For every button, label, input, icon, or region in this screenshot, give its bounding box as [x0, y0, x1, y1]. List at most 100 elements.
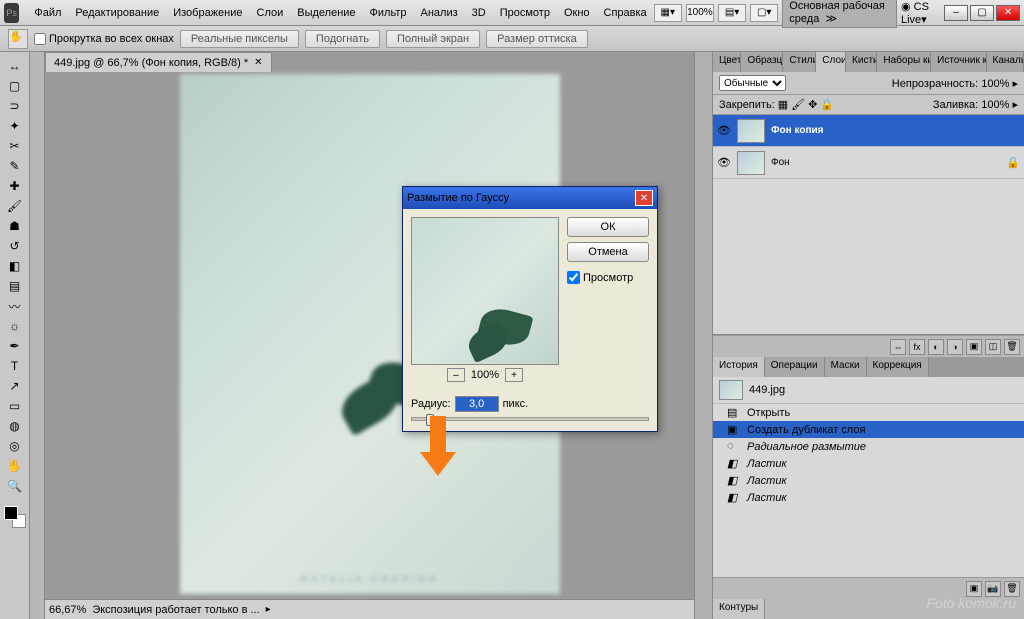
trash-icon[interactable]: 🗑 — [1004, 339, 1020, 355]
lasso-tool[interactable]: ⊃ — [3, 96, 27, 116]
tab-styles[interactable]: Стили — [783, 52, 816, 72]
link-icon[interactable]: ⇔ — [890, 339, 906, 355]
menu-layers[interactable]: Слои — [250, 7, 291, 19]
tab-clonesrc[interactable]: Источник кло — [931, 52, 986, 72]
menu-filter[interactable]: Фильтр — [363, 7, 414, 19]
menu-file[interactable]: Файл — [27, 7, 68, 19]
zoom-dropdown[interactable]: 100% — [686, 4, 714, 22]
menu-edit[interactable]: Редактирование — [68, 7, 166, 19]
zoom-in-button[interactable]: + — [505, 368, 523, 382]
hand-tool-icon[interactable]: ✋ — [8, 29, 28, 49]
layer-row[interactable]: 👁 Фон 🔒 — [713, 147, 1024, 179]
radius-input[interactable] — [455, 396, 499, 412]
window-maximize[interactable]: ▢ — [970, 5, 994, 21]
window-minimize[interactable]: – — [944, 5, 968, 21]
scroll-all-checkbox[interactable]: Прокрутка во всех окнах — [34, 33, 174, 45]
marquee-tool[interactable]: ▢ — [3, 76, 27, 96]
eyedropper-tool[interactable]: ✎ — [3, 156, 27, 176]
close-tab-icon[interactable]: ✕ — [254, 57, 262, 68]
lock-transparent-icon[interactable]: ▦ — [778, 98, 788, 111]
collapsed-panel-strip-right[interactable] — [694, 52, 712, 619]
history-item[interactable]: ▤Открыть — [713, 404, 1024, 421]
menu-image[interactable]: Изображение — [166, 7, 249, 19]
gradient-tool[interactable]: ▤ — [3, 276, 27, 296]
path-tool[interactable]: ↗ — [3, 376, 27, 396]
history-item[interactable]: ◧Ластик — [713, 472, 1024, 489]
historybrush-tool[interactable]: ↺ — [3, 236, 27, 256]
history-item[interactable]: ▣Создать дубликат слоя — [713, 421, 1024, 438]
window-close[interactable]: ✕ — [996, 5, 1020, 21]
dodge-tool[interactable]: ☼ — [3, 316, 27, 336]
tab-paths[interactable]: Контуры — [713, 599, 765, 619]
blur-tool[interactable]: 〰 — [3, 296, 27, 316]
history-item[interactable]: ◌Радиальное размытие — [713, 438, 1024, 455]
pen-tool[interactable]: ✒ — [3, 336, 27, 356]
menu-select[interactable]: Выделение — [290, 7, 362, 19]
stamp-tool[interactable]: ☗ — [3, 216, 27, 236]
history-item[interactable]: ◧Ластик — [713, 455, 1024, 472]
zoom-readout[interactable]: 66,67% — [49, 604, 86, 616]
dialog-close-icon[interactable]: ✕ — [635, 190, 653, 206]
tab-history[interactable]: История — [713, 357, 765, 377]
layer-row[interactable]: 👁 Фон копия — [713, 115, 1024, 147]
visibility-icon[interactable]: 👁 — [717, 124, 731, 137]
arrange-dropdown[interactable]: ▤▾ — [718, 4, 746, 22]
brush-tool[interactable]: 🖌 — [3, 196, 27, 216]
opacity-value[interactable]: 100% — [981, 78, 1009, 90]
workspace-switcher[interactable]: Основная рабочая среда ≫ — [782, 0, 897, 28]
tab-adjustments[interactable]: Коррекция — [867, 357, 929, 377]
tab-layers[interactable]: Слои — [816, 52, 846, 72]
dialog-titlebar[interactable]: Размытие по Гауссу ✕ — [403, 187, 657, 209]
collapsed-panel-strip-left[interactable] — [30, 52, 45, 619]
launch-dropdown[interactable]: ▦▾ — [654, 4, 682, 22]
zoom-tool[interactable]: 🔍 — [3, 476, 27, 496]
visibility-icon[interactable]: 👁 — [717, 156, 731, 169]
radius-slider[interactable] — [411, 417, 649, 421]
menu-analysis[interactable]: Анализ — [414, 7, 465, 19]
camera-tool[interactable]: ◎ — [3, 436, 27, 456]
menu-help[interactable]: Справка — [597, 7, 654, 19]
eraser-tool[interactable]: ◧ — [3, 256, 27, 276]
3d-tool[interactable]: ◍ — [3, 416, 27, 436]
wand-tool[interactable]: ✦ — [3, 116, 27, 136]
preview-pane[interactable] — [411, 217, 559, 365]
preview-checkbox[interactable]: Просмотр — [567, 271, 649, 284]
shape-tool[interactable]: ▭ — [3, 396, 27, 416]
lock-all-icon[interactable]: 🔒 — [820, 98, 834, 111]
color-swatches[interactable] — [4, 506, 26, 528]
layer-thumb[interactable] — [737, 151, 765, 175]
tab-channels[interactable]: Каналы — [987, 52, 1024, 72]
zoom-out-button[interactable]: – — [447, 368, 465, 382]
menu-window[interactable]: Окно — [557, 7, 597, 19]
fit-button[interactable]: Подогнать — [305, 30, 380, 48]
blend-mode-select[interactable]: Обычные — [719, 75, 786, 91]
screenmode-dropdown[interactable]: ▢▾ — [750, 4, 778, 22]
history-snapshot[interactable]: 449.jpg — [713, 377, 1024, 404]
tab-actions[interactable]: Операции — [765, 357, 825, 377]
fx-icon[interactable]: fx — [909, 339, 925, 355]
tab-brushsets[interactable]: Наборы кист — [877, 52, 931, 72]
type-tool[interactable]: T — [3, 356, 27, 376]
newlayer-icon[interactable]: ◫ — [985, 339, 1001, 355]
menu-3d[interactable]: 3D — [465, 7, 493, 19]
ok-button[interactable]: ОК — [567, 217, 649, 237]
cancel-button[interactable]: Отмена — [567, 242, 649, 262]
document-tab[interactable]: 449.jpg @ 66,7% (Фон копия, RGB/8) *✕ — [45, 52, 272, 72]
printsize-button[interactable]: Размер оттиска — [486, 30, 588, 48]
hand-tool[interactable]: ✋ — [3, 456, 27, 476]
fullscreen-button[interactable]: Полный экран — [386, 30, 480, 48]
history-item[interactable]: ◧Ластик — [713, 489, 1024, 506]
cslive-button[interactable]: ◉ CS Live▾ — [901, 0, 940, 26]
adjustment-icon[interactable]: ◑ — [947, 339, 963, 355]
menu-view[interactable]: Просмотр — [493, 7, 557, 19]
tab-color[interactable]: Цвет — [713, 52, 741, 72]
group-icon[interactable]: ▣ — [966, 339, 982, 355]
mask-icon[interactable]: ◐ — [928, 339, 944, 355]
fill-value[interactable]: 100% — [981, 99, 1009, 111]
actual-pixels-button[interactable]: Реальные пикселы — [180, 30, 299, 48]
layer-thumb[interactable] — [737, 119, 765, 143]
lock-pixels-icon[interactable]: 🖌 — [791, 98, 805, 111]
lock-position-icon[interactable]: ✥ — [808, 98, 817, 111]
move-tool[interactable]: ↔ — [3, 56, 27, 76]
crop-tool[interactable]: ✂ — [3, 136, 27, 156]
